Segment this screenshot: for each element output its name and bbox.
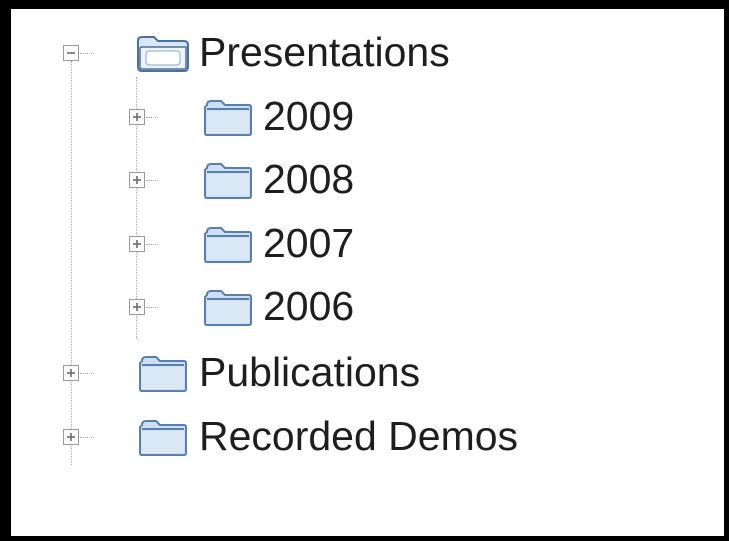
- tree-node-2006[interactable]: 2006: [11, 275, 724, 337]
- tree-connector: [146, 180, 158, 181]
- expand-toggle[interactable]: [129, 299, 145, 315]
- expand-toggle[interactable]: [129, 172, 145, 188]
- tree-node-label[interactable]: 2006: [263, 283, 354, 329]
- tree-node-recorded-demos[interactable]: Recorded Demos: [11, 403, 724, 465]
- tree-connector: [146, 244, 158, 245]
- expand-toggle[interactable]: [63, 365, 79, 381]
- tree-node-presentations[interactable]: Presentations: [11, 25, 724, 87]
- tree-connector: [80, 437, 94, 438]
- folder-icon: [139, 356, 187, 392]
- plus-box-icon: [133, 113, 141, 121]
- tree-panel: Presentations 2009 2008 2007 2006 Public…: [11, 9, 724, 536]
- tree-connector: [80, 373, 94, 374]
- tree-node-2009[interactable]: 2009: [11, 85, 724, 147]
- tree-node-label[interactable]: Presentations: [199, 29, 450, 75]
- folder-icon: [204, 163, 252, 199]
- tree-node-publications[interactable]: Publications: [11, 339, 724, 401]
- folder-icon: [204, 100, 252, 136]
- tree-node-label[interactable]: 2009: [263, 93, 354, 139]
- folder-open-icon: [137, 36, 189, 72]
- collapse-toggle[interactable]: [63, 45, 79, 61]
- tree-node-label[interactable]: 2008: [263, 156, 354, 202]
- folder-tree: Presentations 2009 2008 2007 2006 Public…: [11, 9, 724, 536]
- expand-toggle[interactable]: [63, 429, 79, 445]
- folder-icon: [139, 420, 187, 456]
- tree-connector: [80, 53, 94, 54]
- tree-connector: [146, 307, 158, 308]
- tree-node-label[interactable]: Recorded Demos: [199, 413, 518, 459]
- expand-toggle[interactable]: [129, 109, 145, 125]
- expand-toggle[interactable]: [129, 236, 145, 252]
- plus-box-icon: [133, 240, 141, 248]
- plus-box-icon: [67, 369, 75, 377]
- tree-node-2008[interactable]: 2008: [11, 148, 724, 210]
- minus-box-icon: [67, 52, 75, 54]
- plus-box-icon: [133, 303, 141, 311]
- folder-icon: [204, 290, 252, 326]
- tree-node-label[interactable]: Publications: [199, 349, 420, 395]
- plus-box-icon: [133, 176, 141, 184]
- tree-node-2007[interactable]: 2007: [11, 212, 724, 274]
- tree-connector: [146, 117, 158, 118]
- folder-icon: [204, 227, 252, 263]
- plus-box-icon: [67, 433, 75, 441]
- tree-node-label[interactable]: 2007: [263, 220, 354, 266]
